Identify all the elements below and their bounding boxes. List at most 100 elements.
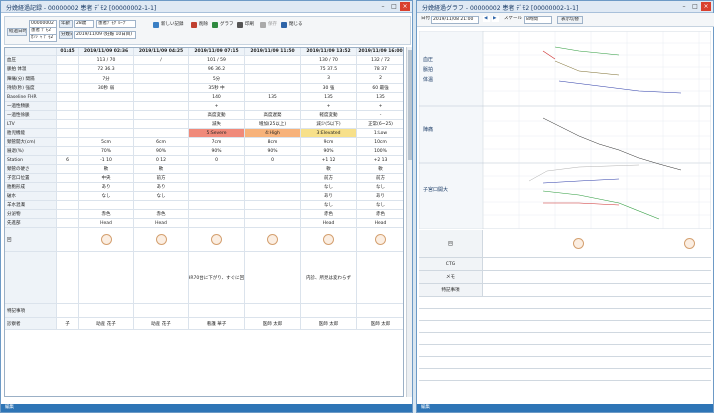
record-cell[interactable]: 中央 [79,174,134,182]
record-cell[interactable]: 90% [301,147,357,155]
fetal-position-icon[interactable] [375,234,386,245]
record-cell[interactable]: 子 [57,318,79,329]
record-cell[interactable] [79,111,134,119]
record-cell[interactable]: なし [357,183,403,191]
record-cell[interactable]: 軟 [301,165,357,173]
save-button[interactable]: 保存 [260,21,277,29]
record-cell[interactable]: 30秒 弱 [79,84,134,92]
record-cell[interactable] [57,252,79,303]
record-cell[interactable]: 9cm [301,138,357,146]
record-cell[interactable] [57,120,79,128]
record-cell[interactable]: 8cm [245,138,301,146]
record-cell[interactable] [57,65,79,73]
record-cell[interactable]: 35秒 中 [189,84,245,92]
fetal-position-icon[interactable] [100,234,112,245]
record-cell[interactable] [134,102,189,110]
record-cell[interactable]: 10cm [357,138,403,146]
record-cell[interactable] [79,252,134,303]
record-cell[interactable]: +1 12 [301,156,357,164]
record-cell[interactable] [245,219,301,227]
record-cell[interactable]: Head [79,219,134,227]
record-cell[interactable]: なし [301,201,357,209]
record-cell[interactable] [245,65,301,73]
record-cell[interactable] [189,201,245,209]
record-cell[interactable]: 増加(25以上) [245,120,301,128]
fetal-position-icon[interactable] [573,238,584,249]
record-cell[interactable] [357,252,403,303]
record-cell[interactable] [134,84,189,92]
record-cell[interactable] [189,210,245,218]
record-cell[interactable] [134,111,189,119]
record-cell[interactable]: 赤色 [79,210,134,218]
record-cell[interactable]: 5分 [189,74,245,83]
record-cell[interactable] [189,183,245,191]
record-cell[interactable]: 軟 [79,165,134,173]
record-cell[interactable]: 赤色 [357,210,403,218]
record-cell[interactable]: FHR70台に下がり、すぐに回る [189,252,245,303]
record-cell[interactable] [189,165,245,173]
record-cell[interactable]: / [134,56,189,64]
record-cell[interactable]: 140 [189,93,245,101]
record-cell[interactable]: 1:Low [357,129,403,137]
record-cell[interactable] [57,192,79,200]
record-cell[interactable] [357,228,403,251]
record-cell[interactable] [134,228,189,251]
record-cell[interactable]: 78 37 [357,65,403,73]
record-cell[interactable] [301,228,357,251]
record-cell[interactable] [57,210,79,218]
record-cell[interactable]: 3:Elevated [301,129,357,137]
vertical-scrollbar[interactable] [406,47,412,397]
record-cell[interactable]: 72 36.3 [79,65,134,73]
record-cell[interactable] [245,174,301,182]
record-cell[interactable]: 前方 [301,174,357,182]
record-cell[interactable]: 96 36.2 [189,65,245,73]
record-cell[interactable]: 内診、所見は変わらず [301,252,357,303]
record-cell[interactable] [134,252,189,303]
record-cell[interactable]: あり [301,192,357,200]
record-cell[interactable] [134,65,189,73]
record-cell[interactable] [57,174,79,182]
record-cell[interactable]: 70% [79,147,134,155]
close-icon[interactable]: × [400,2,410,11]
record-cell[interactable] [301,304,357,317]
record-cell[interactable] [57,228,79,251]
time-column-header[interactable]: 2019/11/09 11:50 [245,48,301,55]
record-cell[interactable]: なし [134,192,189,200]
time-column-header[interactable]: 2019/11/09 16:00 [357,48,403,55]
record-cell[interactable] [57,84,79,92]
record-cell[interactable]: 赤色 [134,210,189,218]
record-cell[interactable]: 4:High [245,129,301,137]
record-cell[interactable] [79,120,134,128]
record-cell[interactable]: - [357,111,403,119]
record-cell[interactable] [79,102,134,110]
record-cell[interactable]: 減失 [189,120,245,128]
fetal-position-icon[interactable] [155,234,167,245]
record-cell[interactable]: 0 [245,156,301,164]
record-cell[interactable] [245,304,301,317]
time-column-header[interactable]: 2019/11/09 02:36 [79,48,134,55]
record-cell[interactable] [245,210,301,218]
record-cell[interactable]: 高度遅発 [245,111,301,119]
record-cell[interactable]: 高度変動 [189,111,245,119]
record-cell[interactable] [79,129,134,137]
record-cell[interactable]: + [357,102,403,110]
maximize-icon[interactable]: □ [389,2,399,11]
record-cell[interactable]: Head [357,219,403,227]
record-cell[interactable] [57,147,79,155]
record-cell[interactable]: + [189,102,245,110]
record-cell[interactable]: 30 強 [301,84,357,92]
record-cell[interactable] [134,201,189,209]
record-cell[interactable] [57,93,79,101]
fetal-position-icon[interactable] [684,238,695,249]
record-cell[interactable]: 0 [189,156,245,164]
record-cell[interactable] [245,228,301,251]
delete-button[interactable]: 削除 [191,21,208,29]
record-cell[interactable]: 5:Severe [189,129,245,137]
record-cell[interactable]: 正常(6~25) [357,120,403,128]
record-cell[interactable] [134,74,189,83]
scrollbar-thumb[interactable] [408,50,412,160]
record-cell[interactable]: 75 37.5 [301,65,357,73]
record-cell[interactable] [245,84,301,92]
prev-arrow-icon[interactable]: ◀ [483,16,490,22]
scale-select[interactable]: 8時間 [524,16,552,24]
